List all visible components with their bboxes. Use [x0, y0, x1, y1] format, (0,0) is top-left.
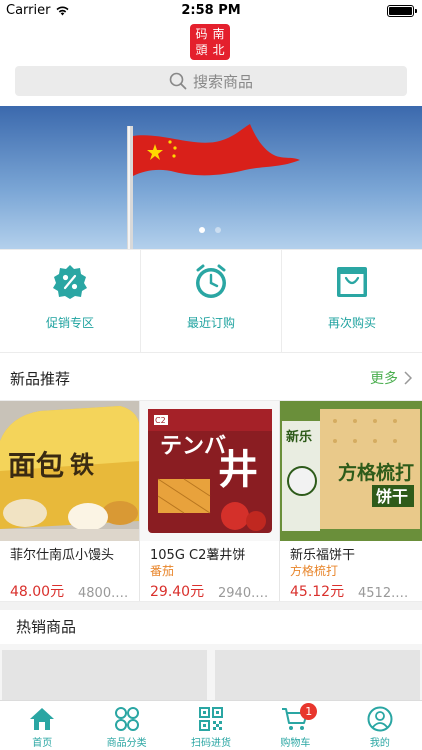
- product-price: 29.40元: [150, 584, 205, 600]
- qr-scan-icon: [199, 707, 224, 731]
- product-name: 105G C2薯井饼: [150, 548, 246, 563]
- logo-char: 北: [212, 43, 225, 57]
- tab-categories[interactable]: 商品分类: [84, 701, 168, 750]
- more-label: 更多: [370, 371, 398, 387]
- product-price: 48.00元: [10, 584, 65, 600]
- search-input[interactable]: 搜索商品: [15, 66, 407, 96]
- banner-flag-image: [0, 106, 422, 249]
- tab-scan[interactable]: 扫码进货: [169, 701, 253, 750]
- home-icon: [30, 708, 55, 730]
- hot-product-card[interactable]: [215, 650, 420, 700]
- section-title: 新品推荐: [10, 369, 71, 388]
- tab-bar: 首页 商品分类 扫码进货 1 购物车 我的: [0, 700, 422, 750]
- product-variant: 方格梳打: [290, 564, 339, 578]
- shopping-bag-icon: [337, 267, 367, 297]
- cart-count-badge: 1: [300, 703, 318, 720]
- tab-label: 首页: [32, 738, 53, 749]
- product-card[interactable]: テンバ 井 C2 105G C2薯井饼 番茄 29.40元 2940.00元: [140, 401, 280, 601]
- chevron-right-icon: [404, 371, 412, 385]
- svg-text:面包: 面包: [8, 449, 64, 482]
- product-original-price: 2940.00元: [218, 586, 276, 601]
- search-placeholder: 搜索商品: [192, 72, 253, 91]
- product-name: 菲尔仕南瓜小馒头: [10, 548, 115, 563]
- product-card[interactable]: 面包 铁 菲尔仕南瓜小馒头 48.00元 4800.00元: [0, 401, 140, 601]
- banner-carousel[interactable]: [0, 106, 422, 249]
- carousel-dot[interactable]: [215, 227, 221, 233]
- app-logo: 码 南 頭 北: [190, 24, 230, 60]
- profile-icon: [367, 706, 393, 732]
- product-image: 面包 铁: [0, 401, 139, 541]
- new-products-header: 新品推荐 更多: [0, 363, 422, 393]
- quick-link-label: 再次购买: [327, 316, 376, 330]
- svg-text:井: 井: [218, 446, 258, 493]
- tab-label: 我的: [369, 738, 390, 749]
- tab-label: 商品分类: [106, 738, 147, 749]
- clock: 2:58 PM: [181, 3, 241, 18]
- quick-link-promotions[interactable]: 促销专区: [0, 250, 141, 352]
- tab-label: 购物车: [280, 738, 311, 749]
- logo-char: 頭: [195, 43, 208, 57]
- tab-label: 扫码进货: [191, 738, 232, 749]
- product-price: 45.12元: [290, 584, 345, 600]
- svg-text:方格梳打: 方格梳打: [338, 461, 414, 484]
- hot-products-title: 热销商品: [16, 618, 77, 636]
- quick-link-buy-again[interactable]: 再次购买: [282, 250, 422, 352]
- clock-icon: [196, 264, 226, 298]
- svg-text:テンバ: テンバ: [160, 434, 226, 459]
- product-variant: 番茄: [150, 564, 175, 578]
- svg-text:新乐: 新乐: [286, 429, 312, 445]
- product-image: 方格梳打 饼干 新乐: [280, 401, 422, 541]
- quick-links: 促销专区 最近订购 再次购买: [0, 249, 422, 353]
- section-divider: [0, 602, 422, 610]
- tab-cart[interactable]: 1 购物车: [253, 701, 337, 750]
- quick-link-label: 促销专区: [45, 316, 94, 330]
- product-name: 新乐福饼干: [290, 548, 356, 563]
- status-bar: Carrier 2:58 PM: [0, 0, 422, 22]
- tab-profile[interactable]: 我的: [338, 701, 422, 750]
- tab-home[interactable]: 首页: [0, 701, 84, 750]
- svg-text:铁: 铁: [70, 451, 94, 479]
- svg-text:饼干: 饼干: [376, 487, 408, 506]
- product-original-price: 4800.00元: [78, 586, 136, 601]
- carousel-dot-active[interactable]: [199, 227, 205, 233]
- percent-badge-icon: [53, 265, 87, 299]
- more-link[interactable]: 更多: [370, 368, 412, 388]
- product-original-price: 4512.00元: [358, 586, 416, 601]
- battery-icon: [387, 5, 417, 17]
- category-icon: [114, 707, 139, 731]
- logo-char: 码: [195, 27, 208, 41]
- logo-char: 南: [212, 27, 225, 41]
- new-products-list: 面包 铁 菲尔仕南瓜小馒头 48.00元 4800.00元 テンバ 井: [0, 400, 422, 602]
- hot-product-card[interactable]: [2, 650, 207, 700]
- product-card[interactable]: 方格梳打 饼干 新乐 新乐福饼干 方格梳打 45.12元 4512.00元: [280, 401, 422, 601]
- quick-link-label: 最近订购: [186, 316, 235, 330]
- hot-products-list: [0, 644, 422, 700]
- search-icon: [169, 72, 187, 90]
- quick-link-recent-orders[interactable]: 最近订购: [141, 250, 282, 352]
- svg-text:C2: C2: [155, 416, 166, 425]
- product-image: テンバ 井 C2: [140, 401, 279, 541]
